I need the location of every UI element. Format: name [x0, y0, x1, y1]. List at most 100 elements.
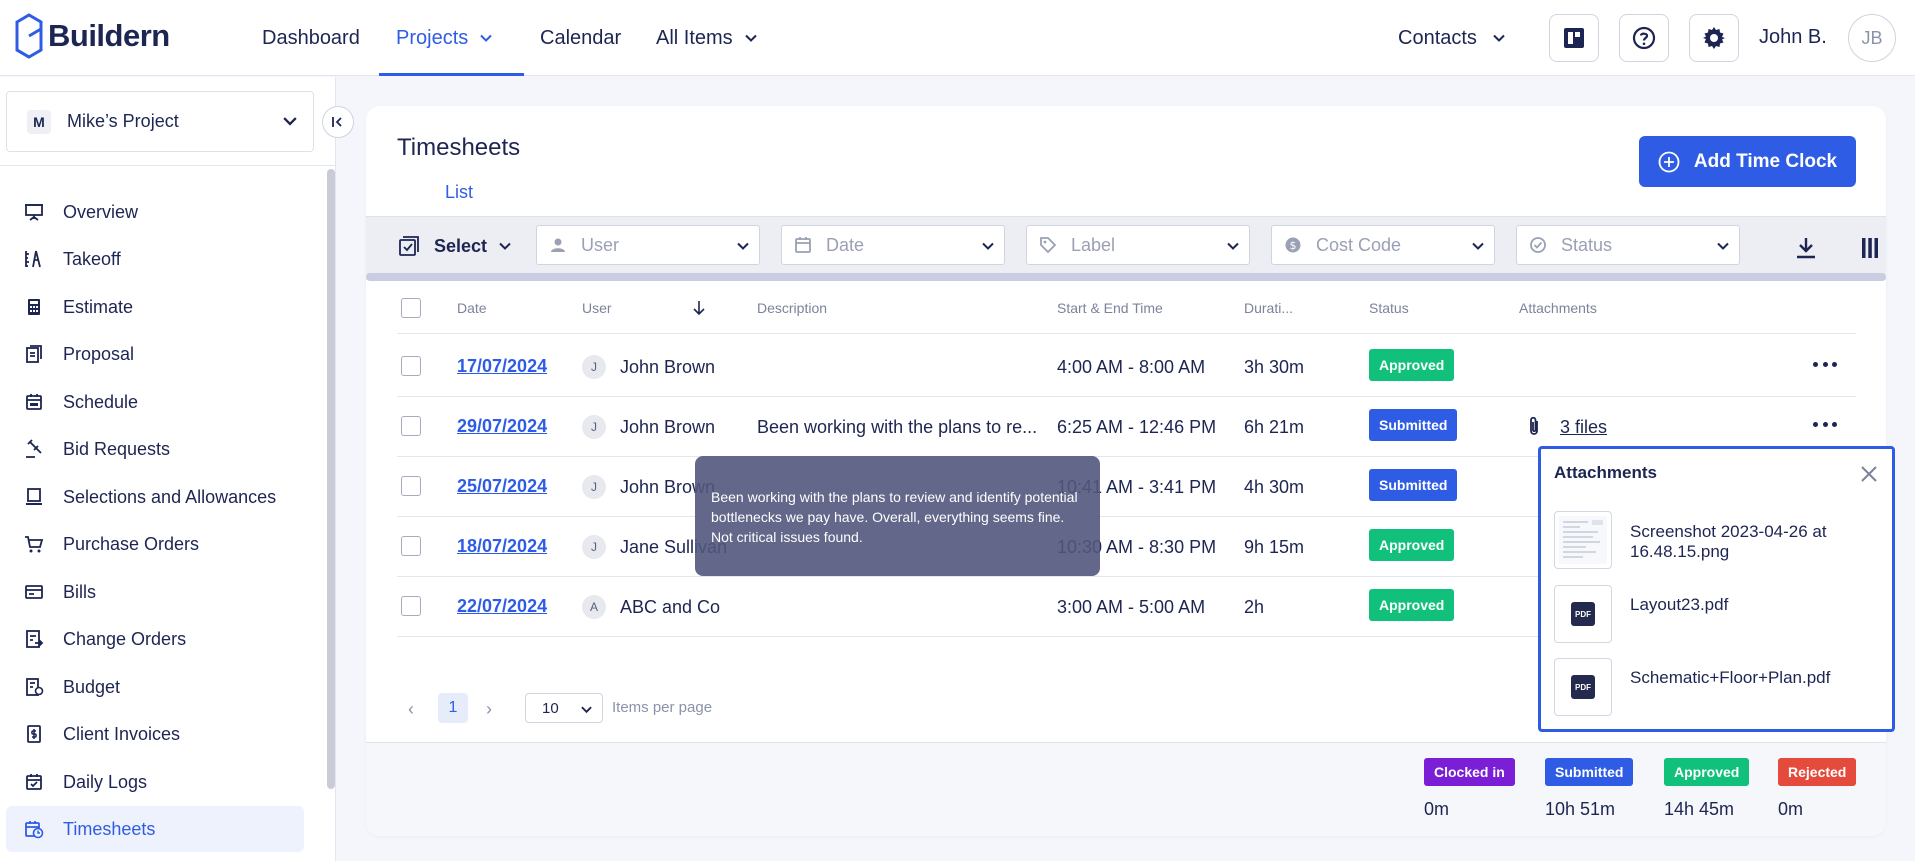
nav-projects[interactable]: Projects — [379, 0, 524, 76]
row-date-link[interactable]: 25/07/2024 — [457, 476, 547, 497]
sidebar-item-label: Bills — [63, 581, 97, 602]
summary-badge-rejected: Rejected — [1778, 758, 1857, 786]
download-icon[interactable] — [1795, 236, 1817, 260]
column-header-attachments[interactable]: Attachments — [1519, 300, 1597, 316]
sidebar-item-client-invoices[interactable]: Client Invoices — [6, 711, 304, 757]
timesheets-icon — [25, 821, 44, 839]
sidebar-item-timesheets[interactable]: Timesheets — [6, 806, 304, 852]
summary-badge-clocked-in: Clocked in — [1424, 758, 1515, 786]
row-checkbox[interactable] — [401, 536, 421, 556]
sort-arrow-down-icon[interactable] — [693, 300, 705, 316]
sidebar-item-bid-requests[interactable]: Bid Requests — [6, 426, 304, 472]
nav-projects-label: Projects — [396, 26, 469, 49]
row-date-link[interactable]: 17/07/2024 — [457, 356, 547, 377]
columns-icon[interactable] — [1861, 237, 1879, 259]
sidebar-item-change-orders[interactable]: Change Orders — [6, 616, 304, 662]
nav-calendar[interactable]: Calendar — [540, 0, 621, 76]
sidebar-item-takeoff[interactable]: Takeoff — [6, 236, 304, 282]
sidebar-item-proposal[interactable]: Proposal — [6, 331, 304, 377]
select-all-checkbox[interactable] — [401, 298, 421, 318]
nav-dashboard[interactable]: Dashboard — [262, 0, 360, 76]
row-checkbox[interactable] — [401, 356, 421, 376]
row-date-link[interactable]: 22/07/2024 — [457, 596, 547, 617]
pagination-page-current[interactable]: 1 — [438, 693, 468, 723]
user-name[interactable]: John B. — [1759, 26, 1827, 49]
row-more-menu[interactable] — [1813, 362, 1837, 370]
collapse-left-icon — [332, 117, 342, 127]
summary-value-clocked-in: 0m — [1424, 799, 1450, 819]
add-time-clock-button[interactable]: Add Time Clock — [1639, 136, 1856, 187]
chevron-down-icon — [744, 34, 757, 42]
sidebar-item-label: Timesheets — [63, 818, 156, 839]
nav-contacts-label: Contacts — [1398, 26, 1477, 49]
row-date-link[interactable]: 29/07/2024 — [457, 416, 547, 437]
items-per-page-select[interactable]: 10 — [525, 693, 603, 723]
nav-all-items[interactable]: All Items — [656, 0, 757, 76]
attachment-name[interactable]: Schematic+Floor+Plan.pdf — [1630, 668, 1880, 688]
row-user: John Brown — [620, 357, 716, 377]
status-badge: Approved — [1369, 349, 1455, 381]
help-button[interactable] — [1619, 14, 1669, 62]
attachment-name[interactable]: Layout23.pdf — [1630, 595, 1880, 615]
sidebar-item-budget[interactable]: Budget — [6, 664, 304, 710]
budget-icon — [26, 678, 44, 696]
sidebar-item-overview[interactable]: Overview — [6, 189, 304, 235]
sidebar-item-schedule[interactable]: Schedule — [6, 379, 304, 425]
project-selector[interactable]: M Mike’s Project — [6, 91, 314, 152]
column-header-status[interactable]: Status — [1369, 300, 1409, 316]
calendar-icon — [795, 237, 811, 253]
bulk-select-button[interactable]: Select — [398, 235, 511, 257]
sidebar-item-daily-logs[interactable]: Daily Logs — [6, 759, 304, 805]
column-header-user[interactable]: User — [582, 300, 612, 316]
column-header-time[interactable]: Start & End Time — [1057, 300, 1163, 316]
row-checkbox[interactable] — [401, 416, 421, 436]
settings-button[interactable] — [1689, 14, 1739, 62]
pagination-prev[interactable]: ‹ — [408, 699, 414, 720]
close-icon[interactable] — [1860, 465, 1878, 483]
row-time: 3:00 AM - 5:00 AM — [1057, 597, 1206, 617]
calendar-icon — [26, 394, 42, 410]
buildern-logo-icon — [15, 13, 43, 59]
sidebar-item-bills[interactable]: Bills — [6, 569, 304, 615]
date-filter[interactable]: Date — [781, 225, 1005, 265]
app-name: Buildern — [48, 18, 170, 53]
sidebar-item-selections[interactable]: Selections and Allowances — [6, 474, 304, 520]
status-filter[interactable]: Status — [1516, 225, 1740, 265]
invoice-icon — [27, 725, 41, 743]
column-header-description[interactable]: Description — [757, 300, 827, 316]
row-description[interactable]: Been working with the plans to re... — [757, 417, 1037, 438]
sidebar-scrollbar[interactable] — [327, 169, 335, 789]
layout-button[interactable] — [1549, 14, 1599, 62]
attachments-popover: Attachments Screenshot 2023-04-26 at 16.… — [1538, 446, 1895, 732]
pagination-next[interactable]: › — [486, 699, 492, 720]
attachment-thumbnail[interactable] — [1554, 511, 1612, 569]
row-checkbox[interactable] — [401, 596, 421, 616]
user-avatar[interactable]: JB — [1848, 14, 1896, 62]
row-duration: 6h 21m — [1244, 417, 1305, 437]
row-more-menu[interactable] — [1813, 422, 1837, 430]
row-user: John Brown — [620, 417, 716, 437]
attachment-thumbnail[interactable]: PDF — [1554, 658, 1612, 716]
horizontal-scrollbar[interactable] — [366, 273, 1886, 281]
row-checkbox[interactable] — [401, 476, 421, 496]
sidebar-item-purchase-orders[interactable]: Purchase Orders — [6, 521, 304, 567]
nav-contacts[interactable]: Contacts — [1398, 0, 1505, 76]
sidebar-item-estimate[interactable]: Estimate — [6, 284, 304, 330]
attachment-name[interactable]: Screenshot 2023-04-26 at 16.48.15.png — [1630, 522, 1880, 562]
cost-code-filter[interactable]: $ Cost Code — [1271, 225, 1495, 265]
column-header-duration[interactable]: Durati... — [1244, 300, 1293, 316]
collapse-sidebar-button[interactable] — [322, 106, 354, 138]
attachment-thumbnail[interactable]: PDF — [1554, 585, 1612, 643]
sidebar-item-label: Client Invoices — [63, 723, 181, 744]
row-date-link[interactable]: 18/07/2024 — [457, 536, 547, 557]
help-icon — [1632, 26, 1656, 50]
tab-list[interactable]: List — [397, 182, 521, 220]
column-header-date[interactable]: Date — [457, 300, 487, 316]
presentation-icon — [25, 204, 43, 221]
logo[interactable]: Buildern — [14, 12, 170, 60]
user-filter[interactable]: User — [536, 225, 760, 265]
attachments-link[interactable]: 3 files — [1560, 417, 1607, 438]
label-filter[interactable]: Label — [1026, 225, 1250, 265]
chevron-down-icon — [1472, 242, 1484, 250]
summary-badge-approved: Approved — [1664, 758, 1750, 786]
